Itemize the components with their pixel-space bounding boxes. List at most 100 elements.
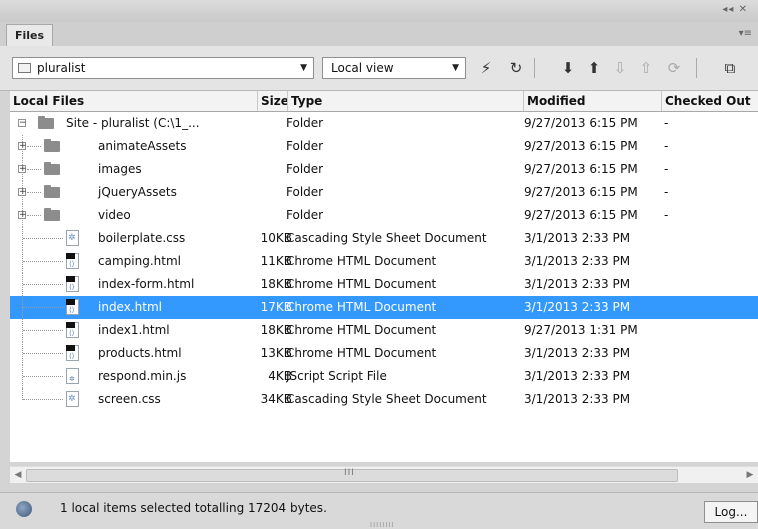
file-row[interactable]: + jQueryAssets Folder 9/27/2013 6:15 PM - (10, 181, 758, 204)
file-checked-out: - (664, 162, 669, 176)
file-size: 17KB (260, 300, 292, 314)
html-file-icon: ⟨⟩ (66, 253, 79, 269)
synchronize-icon[interactable]: ⟳ (664, 58, 684, 78)
file-size (242, 112, 292, 135)
file-type-glyph: ⟨⟩ (69, 352, 75, 360)
file-checked-out: - (664, 185, 669, 199)
view-select[interactable]: Local view ▼ (322, 57, 466, 79)
column-header-modified[interactable]: Modified (524, 91, 662, 111)
panel-tab-row: Files ▾≡ (0, 22, 758, 47)
check-out-icon[interactable]: ⇩ (610, 58, 630, 78)
file-row[interactable]: + animateAssets Folder 9/27/2013 6:15 PM - (10, 135, 758, 158)
expand-icon[interactable]: + (18, 188, 27, 197)
file-size: 13KB (260, 346, 292, 360)
file-type: Folder (286, 116, 324, 130)
file-checked-out (664, 365, 758, 388)
collapse-icon[interactable]: − (18, 119, 27, 128)
file-type-glyph: ✲ (68, 233, 76, 243)
file-row[interactable]: − Site - pluralist (C:\1_... Folder 9/27/20… (10, 112, 758, 135)
column-header-name[interactable]: Local Files (10, 91, 258, 111)
expand-icon[interactable]: + (18, 165, 27, 174)
file-name-cell: + video (10, 204, 260, 227)
file-row[interactable]: ✲ boilerplate.css 10KB Cascading Style Shee… (10, 227, 758, 250)
file-checked-out (664, 388, 758, 411)
check-in-icon[interactable]: ⇧ (636, 58, 656, 78)
tree-connector (27, 192, 41, 193)
horizontal-scrollbar[interactable]: ◀ III ▶ (10, 466, 758, 483)
file-row[interactable]: ⟨⟩ camping.html 11KB Chrome HTML Document 3/… (10, 250, 758, 273)
tree-connector (23, 307, 63, 308)
refresh-icon[interactable]: ↻ (506, 58, 526, 78)
file-name-cell: + animateAssets (10, 135, 260, 158)
folder-icon (44, 139, 60, 152)
file-name-cell: ✲ boilerplate.css (10, 227, 260, 250)
file-modified: 9/27/2013 1:31 PM (524, 323, 638, 337)
file-row[interactable]: + video Folder 9/27/2013 6:15 PM - (10, 204, 758, 227)
file-name: jQueryAssets (98, 185, 177, 199)
column-header-type[interactable]: Type (288, 91, 524, 111)
file-modified: 3/1/2013 2:33 PM (524, 254, 631, 268)
collapse-panel-icon[interactable]: ◂◂ ✕ (722, 4, 748, 15)
site-select-value: pluralist (37, 61, 86, 75)
file-list[interactable]: − Site - pluralist (C:\1_... Folder 9/27/20… (10, 112, 758, 462)
file-modified: 3/1/2013 2:33 PM (524, 300, 631, 314)
file-name: screen.css (98, 392, 161, 406)
tree-connector (23, 399, 63, 400)
file-name: boilerplate.css (98, 231, 186, 245)
file-modified: 3/1/2013 2:33 PM (524, 346, 631, 360)
disconnect-icon[interactable]: ⚡ (476, 58, 496, 78)
site-select[interactable]: pluralist ▼ (12, 57, 314, 79)
file-row[interactable]: ⟨⟩ products.html 13KB Chrome HTML Document 3… (10, 342, 758, 365)
file-type: Cascading Style Sheet Document (286, 392, 487, 406)
panel-menu-icon[interactable]: ▾≡ (739, 28, 752, 39)
column-header-checked-out[interactable]: Checked Out (662, 91, 758, 111)
html-file-icon: ⟨⟩ (66, 322, 79, 338)
css-file-icon: ✲ (66, 391, 79, 407)
file-name-cell: ⟨⟩ camping.html (10, 250, 260, 273)
html-file-icon: ⟨⟩ (66, 276, 79, 292)
file-size (242, 204, 292, 227)
file-row[interactable]: ⟨⟩ index1.html 18KB Chrome HTML Document 9/2… (10, 319, 758, 342)
column-header-size[interactable]: Size (258, 91, 288, 111)
file-checked-out: - (664, 208, 669, 222)
file-modified: 3/1/2013 2:33 PM (524, 392, 631, 406)
tree-connector (27, 169, 41, 170)
file-size (242, 181, 292, 204)
file-row[interactable]: ✲ respond.min.js 4KB JScript Script File 3/1… (10, 365, 758, 388)
file-checked-out: - (664, 139, 669, 153)
expand-icon[interactable]: + (18, 211, 27, 220)
file-modified: 3/1/2013 2:33 PM (524, 231, 631, 245)
file-name-cell: + jQueryAssets (10, 181, 260, 204)
file-name-cell: ⟨⟩ index1.html (10, 319, 260, 342)
scroll-left-icon[interactable]: ◀ (10, 467, 26, 483)
log-button[interactable]: Log... (704, 501, 758, 523)
scroll-grip: III (344, 468, 355, 478)
file-row[interactable]: + images Folder 9/27/2013 6:15 PM - (10, 158, 758, 181)
file-name: video (98, 208, 131, 222)
file-row[interactable]: ✲ screen.css 34KB Cascading Style Sheet Doc… (10, 388, 758, 411)
put-files-icon[interactable]: ⬆ (584, 58, 604, 78)
tab-files[interactable]: Files (6, 24, 54, 46)
chevron-down-icon: ▼ (452, 63, 459, 73)
file-type: Chrome HTML Document (286, 300, 437, 314)
folder-icon (38, 116, 54, 129)
html-file-icon: ⟨⟩ (66, 345, 79, 361)
get-files-icon[interactable]: ⬇ (558, 58, 578, 78)
folder-icon (44, 162, 60, 175)
file-type: Folder (286, 208, 324, 222)
file-name-cell: − Site - pluralist (C:\1_... (10, 112, 260, 135)
file-modified: 9/27/2013 6:15 PM (524, 116, 638, 130)
file-size: 18KB (260, 323, 292, 337)
file-checked-out (664, 296, 758, 319)
scroll-thumb[interactable]: III (26, 468, 678, 482)
expand-icon[interactable]: + (18, 142, 27, 151)
folder-icon (18, 63, 31, 73)
file-row[interactable]: ⟨⟩ index-form.html 18KB Chrome HTML Documen… (10, 273, 758, 296)
file-checked-out: - (664, 116, 669, 130)
file-row[interactable]: ⟨⟩ index.html 17KB Chrome HTML Document 3/1/… (10, 296, 758, 319)
file-modified: 9/27/2013 6:15 PM (524, 162, 638, 176)
expand-panel-icon[interactable]: ⧉ (720, 58, 740, 78)
file-size (242, 135, 292, 158)
tree-connector (27, 146, 41, 147)
scroll-right-icon[interactable]: ▶ (742, 467, 758, 483)
